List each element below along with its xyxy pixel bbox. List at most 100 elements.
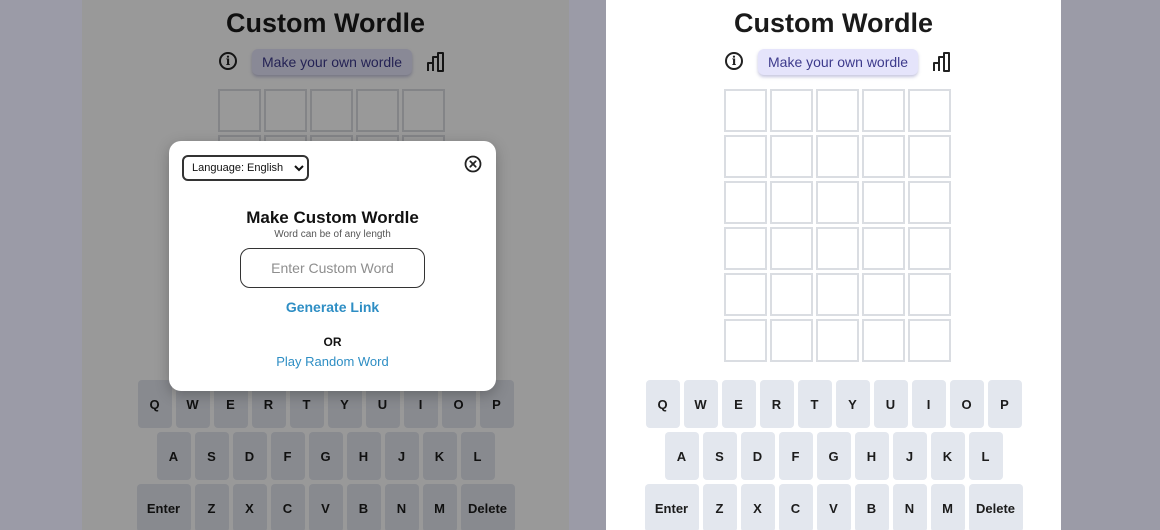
grid-cell — [862, 135, 905, 178]
key-k[interactable]: K — [422, 432, 457, 480]
grid-cell — [724, 227, 767, 270]
keyboard-row-3: Enter Z X C V B N M Delete — [82, 484, 569, 530]
key-r[interactable]: R — [759, 380, 794, 428]
key-a[interactable]: A — [664, 432, 699, 480]
key-o[interactable]: O — [949, 380, 984, 428]
key-w[interactable]: W — [683, 380, 718, 428]
key-g[interactable]: G — [816, 432, 851, 480]
grid-cell — [770, 135, 813, 178]
key-x[interactable]: X — [740, 484, 775, 530]
key-i[interactable]: I — [911, 380, 946, 428]
grid-cell — [724, 181, 767, 224]
key-s[interactable]: S — [702, 432, 737, 480]
grid-cell — [908, 181, 951, 224]
key-g[interactable]: G — [308, 432, 343, 480]
make-your-own-wordle-button[interactable]: Make your own wordle — [252, 49, 413, 75]
grid-cell — [724, 273, 767, 316]
grid-cell — [862, 273, 905, 316]
grid-cell — [770, 227, 813, 270]
grid-cell — [816, 273, 859, 316]
key-j[interactable]: J — [384, 432, 419, 480]
key-u[interactable]: U — [873, 380, 908, 428]
key-m[interactable]: M — [422, 484, 457, 530]
modal-title: Make Custom Wordle — [246, 208, 419, 227]
page-title: Custom Wordle — [225, 8, 425, 38]
grid-cell — [908, 319, 951, 362]
key-j[interactable]: J — [892, 432, 927, 480]
key-q[interactable]: Q — [645, 380, 680, 428]
key-f[interactable]: F — [778, 432, 813, 480]
keyboard-row-3: Enter Z X C V B N M Delete — [606, 484, 1061, 530]
key-enter[interactable]: Enter — [136, 484, 191, 530]
key-c[interactable]: C — [270, 484, 305, 530]
modal-subtitle: Word can be of any length — [274, 229, 391, 240]
key-s[interactable]: S — [194, 432, 229, 480]
grid-cell — [724, 89, 767, 132]
guess-grid — [724, 89, 951, 362]
key-h[interactable]: H — [346, 432, 381, 480]
key-f[interactable]: F — [270, 432, 305, 480]
grid-cell — [816, 227, 859, 270]
play-random-word-link[interactable]: Play Random Word — [169, 354, 496, 369]
toolbar: i Make your own wordle — [82, 49, 569, 77]
bar-chart-icon[interactable] — [932, 52, 954, 72]
key-b[interactable]: B — [854, 484, 889, 530]
key-z[interactable]: Z — [702, 484, 737, 530]
key-p[interactable]: P — [987, 380, 1022, 428]
key-enter[interactable]: Enter — [644, 484, 699, 530]
keyboard-row-2: ASDFGHJKL — [82, 432, 569, 480]
key-n[interactable]: N — [892, 484, 927, 530]
key-q[interactable]: Q — [137, 380, 172, 428]
game-panel: Custom Wordle i Make your own wordle QWE… — [606, 0, 1061, 530]
key-c[interactable]: C — [778, 484, 813, 530]
info-icon[interactable]: i — [219, 52, 237, 70]
grid-cell — [862, 89, 905, 132]
key-y[interactable]: Y — [835, 380, 870, 428]
key-n[interactable]: N — [384, 484, 419, 530]
grid-cell — [862, 227, 905, 270]
grid-cell — [770, 181, 813, 224]
make-your-own-wordle-button[interactable]: Make your own wordle — [758, 49, 919, 75]
key-d[interactable]: D — [740, 432, 775, 480]
grid-cell — [356, 89, 399, 132]
page-title: Custom Wordle — [733, 8, 933, 38]
custom-wordle-modal: Language: English Make Custom Wordle Wor… — [169, 141, 496, 391]
or-separator: OR — [323, 335, 342, 349]
info-icon[interactable]: i — [725, 52, 743, 70]
key-k[interactable]: K — [930, 432, 965, 480]
grid-cell — [724, 135, 767, 178]
key-delete[interactable]: Delete — [460, 484, 515, 530]
key-l[interactable]: L — [460, 432, 495, 480]
language-select[interactable]: Language: English — [182, 155, 309, 181]
grid-cell — [862, 181, 905, 224]
close-modal-button[interactable] — [464, 155, 482, 173]
key-v[interactable]: V — [816, 484, 851, 530]
grid-cell — [310, 89, 353, 132]
key-e[interactable]: E — [721, 380, 756, 428]
key-t[interactable]: T — [797, 380, 832, 428]
grid-cell — [908, 135, 951, 178]
grid-cell — [770, 273, 813, 316]
grid-cell — [908, 89, 951, 132]
grid-cell — [264, 89, 307, 132]
key-b[interactable]: B — [346, 484, 381, 530]
generate-link-button[interactable]: Generate Link — [169, 299, 496, 315]
custom-word-input[interactable] — [240, 248, 425, 288]
key-l[interactable]: L — [968, 432, 1003, 480]
bar-chart-icon[interactable] — [426, 52, 448, 72]
key-delete[interactable]: Delete — [968, 484, 1023, 530]
key-x[interactable]: X — [232, 484, 267, 530]
key-m[interactable]: M — [930, 484, 965, 530]
key-a[interactable]: A — [156, 432, 191, 480]
grid-cell — [218, 89, 261, 132]
grid-cell — [816, 135, 859, 178]
key-z[interactable]: Z — [194, 484, 229, 530]
grid-cell — [724, 319, 767, 362]
grid-cell — [816, 181, 859, 224]
key-d[interactable]: D — [232, 432, 267, 480]
key-h[interactable]: H — [854, 432, 889, 480]
keyboard-row-1: QWERTYUIOP — [606, 380, 1061, 428]
toolbar: i Make your own wordle — [606, 49, 1061, 77]
key-v[interactable]: V — [308, 484, 343, 530]
grid-cell — [908, 273, 951, 316]
